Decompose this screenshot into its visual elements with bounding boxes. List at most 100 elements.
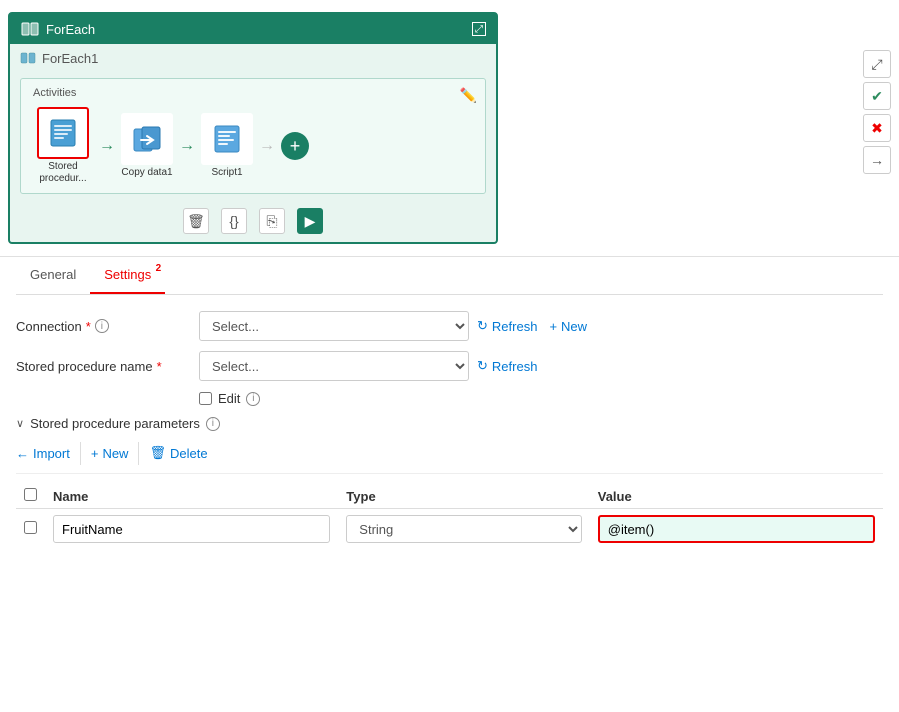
- new-icon: +: [549, 319, 557, 334]
- copy-toolbar-button[interactable]: ⎘: [259, 208, 285, 234]
- new-param-label: New: [102, 446, 128, 461]
- row-value-cell: [590, 509, 883, 550]
- row-name-cell: [45, 509, 338, 550]
- new-param-button[interactable]: + New: [81, 442, 140, 465]
- row-checkbox-cell: [16, 509, 45, 550]
- params-table: Name Type Value String Int: [16, 484, 883, 549]
- stored-procedure-name-required: *: [157, 359, 162, 374]
- import-label: Import: [33, 446, 70, 461]
- connection-refresh-label: Refresh: [492, 319, 538, 334]
- refresh-icon-2: ↻: [477, 358, 488, 374]
- arrow-1: →: [99, 137, 115, 155]
- activity-icon-script: [201, 113, 253, 165]
- activity-icon-copy-data: [121, 113, 173, 165]
- param-value-input[interactable]: [598, 515, 875, 543]
- activities-box: Activities Stor: [20, 78, 486, 194]
- param-name-input[interactable]: [53, 515, 330, 543]
- foreach-breadcrumb-text: ForEach1: [42, 51, 98, 66]
- foreach-breadcrumb: ForEach1: [10, 44, 496, 72]
- pipeline-canvas: ForEach ⤢ ForEach1 Activities: [0, 0, 899, 257]
- edit-label: Edit: [218, 391, 240, 406]
- stored-proc-params-section: ∨ Stored procedure parameters i ← Import…: [16, 416, 883, 549]
- stored-procedure-name-select-wrap: Select... ↻ Refresh: [199, 351, 537, 381]
- col-header-checkbox: [16, 484, 45, 509]
- col-header-name: Name: [45, 484, 338, 509]
- row-type-cell: String Int Boolean DateTime Decimal GUID: [338, 509, 589, 550]
- col-header-value: Value: [590, 484, 883, 509]
- import-button[interactable]: ← Import: [16, 442, 81, 465]
- params-toolbar: ← Import + New 🗑 Delete: [16, 441, 883, 474]
- tab-settings[interactable]: Settings 2: [90, 257, 165, 294]
- side-arrow-button[interactable]: →: [863, 146, 891, 174]
- edit-info-icon[interactable]: i: [246, 392, 260, 406]
- param-type-select[interactable]: String Int Boolean DateTime Decimal GUID: [346, 515, 581, 543]
- stored-procedure-name-select[interactable]: Select...: [199, 351, 469, 381]
- expand-icon[interactable]: ⤢: [472, 22, 486, 36]
- connection-select[interactable]: Select...: [199, 311, 469, 341]
- activity-label-script: Script1: [211, 167, 242, 179]
- col-header-type: Type: [338, 484, 589, 509]
- activity-label-stored-proc: Stored procedur...: [33, 161, 93, 185]
- tab-settings-badge: 2: [156, 263, 162, 274]
- connection-select-wrap: Select... ↻ Refresh + New: [199, 311, 587, 341]
- row-checkbox[interactable]: [24, 521, 37, 534]
- foreach-toolbar: 🗑 {} ⎘ ▶: [10, 202, 496, 242]
- stored-proc-params-header[interactable]: ∨ Stored procedure parameters i: [16, 416, 883, 431]
- connection-refresh-button[interactable]: ↻ Refresh: [477, 318, 537, 334]
- activities-label: Activities: [33, 87, 473, 99]
- copy-data-icon: [131, 123, 163, 155]
- activity-stored-proc[interactable]: Stored procedur...: [33, 107, 93, 185]
- table-row: String Int Boolean DateTime Decimal GUID: [16, 509, 883, 550]
- activity-icon-stored-proc: [37, 107, 89, 159]
- arrow-3: →: [259, 137, 275, 155]
- run-toolbar-button[interactable]: ▶: [297, 208, 323, 234]
- foreach-container: ForEach ⤢ ForEach1 Activities: [8, 12, 498, 244]
- stored-procedure-name-refresh-label: Refresh: [492, 359, 538, 374]
- connection-label: Connection * i: [16, 319, 191, 334]
- activity-script[interactable]: Script1: [201, 113, 253, 179]
- delete-param-button[interactable]: 🗑 Delete: [139, 441, 217, 465]
- stored-procedure-name-row: Stored procedure name * Select... ↻ Refr…: [16, 351, 883, 381]
- side-link-button[interactable]: ⤢: [863, 50, 891, 78]
- side-check-button[interactable]: ✔: [863, 82, 891, 110]
- delete-toolbar-button[interactable]: 🗑: [183, 208, 209, 234]
- select-all-checkbox[interactable]: [24, 488, 37, 501]
- activities-row: Stored procedur... → Copy data1: [33, 107, 473, 185]
- foreach-breadcrumb-icon: [20, 50, 36, 66]
- activity-label-copy-data: Copy data1: [121, 167, 172, 179]
- connection-required: *: [86, 319, 91, 334]
- stored-procedure-name-refresh-button[interactable]: ↻ Refresh: [477, 358, 537, 374]
- tab-general[interactable]: General: [16, 257, 90, 294]
- arrow-2: →: [179, 137, 195, 155]
- canvas-edit-button[interactable]: ✏️: [460, 87, 477, 104]
- settings-panel: General Settings 2 Connection * i Select…: [0, 257, 899, 575]
- tab-general-label: General: [30, 267, 76, 282]
- params-table-header-row: Name Type Value: [16, 484, 883, 509]
- new-param-icon: +: [91, 446, 99, 461]
- json-toolbar-button[interactable]: {}: [221, 208, 247, 234]
- stored-proc-params-info-icon[interactable]: i: [206, 417, 220, 431]
- edit-checkbox-row: Edit i: [199, 391, 883, 406]
- connection-new-label: New: [561, 319, 587, 334]
- foreach-title-text: ForEach: [46, 22, 95, 37]
- tabs-bar: General Settings 2: [16, 257, 883, 295]
- edit-checkbox[interactable]: [199, 392, 212, 405]
- add-activity-button[interactable]: +: [281, 132, 309, 160]
- refresh-icon-1: ↻: [477, 318, 488, 334]
- script-icon: [211, 123, 243, 155]
- delete-param-label: Delete: [170, 446, 208, 461]
- stored-proc-params-label: Stored procedure parameters: [30, 416, 200, 431]
- activity-copy-data[interactable]: Copy data1: [121, 113, 173, 179]
- connection-new-button[interactable]: + New: [549, 319, 587, 334]
- foreach-title: ForEach: [20, 19, 95, 39]
- tab-settings-label: Settings: [104, 267, 151, 282]
- connection-info-icon[interactable]: i: [95, 319, 109, 333]
- stored-proc-icon: [47, 117, 79, 149]
- side-actions-panel: ⤢ ✔ ✖ →: [863, 50, 891, 174]
- foreach-header-icon: [20, 19, 40, 39]
- chevron-icon: ∨: [16, 417, 24, 430]
- foreach-header: ForEach ⤢: [10, 14, 496, 44]
- import-icon: ←: [16, 446, 29, 461]
- connection-row: Connection * i Select... ↻ Refresh + New: [16, 311, 883, 341]
- side-cross-button[interactable]: ✖: [863, 114, 891, 142]
